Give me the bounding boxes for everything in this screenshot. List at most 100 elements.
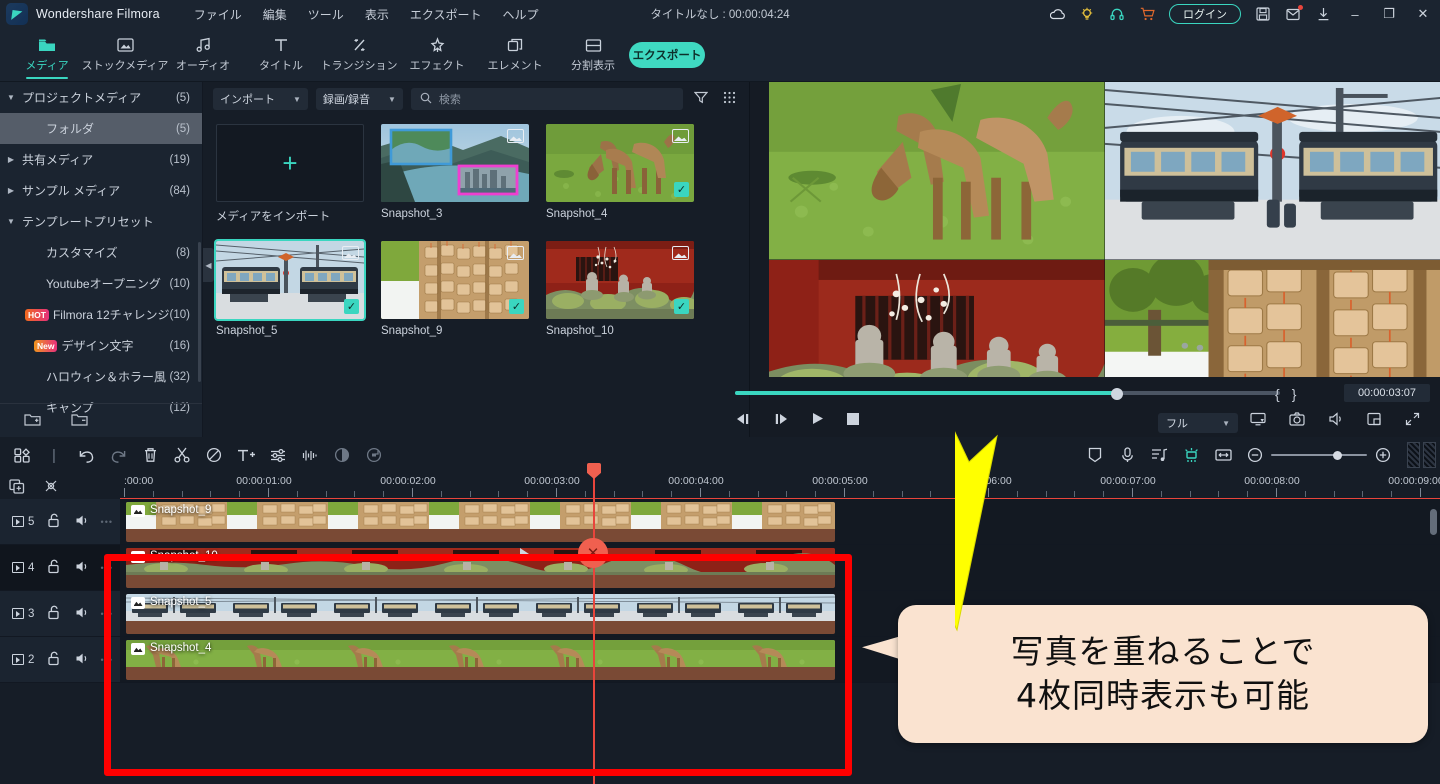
speaker-icon[interactable] [75, 652, 90, 668]
menu-item-view[interactable]: 表示 [365, 6, 389, 23]
track-body-5[interactable]: Snapshot_9 [120, 499, 1440, 545]
cut-scissors-icon[interactable] [166, 437, 198, 473]
zoom-out-icon[interactable] [1239, 437, 1271, 473]
close-button[interactable]: ✕ [1406, 0, 1440, 28]
cloud-icon[interactable] [1042, 0, 1072, 28]
disable-icon[interactable] [198, 437, 230, 473]
media-item-snapshot-9[interactable]: ✓ Snapshot_9 [381, 241, 529, 337]
tab-audio[interactable]: オーディオ [164, 28, 242, 82]
sidebar-item-sample-media[interactable]: ▶ サンプル メディア (84) [0, 175, 202, 206]
media-thumbnail[interactable]: ✓ [381, 241, 529, 319]
sidebar-item-project-media[interactable]: ▼ プロジェクトメディア (5) [0, 82, 202, 113]
selected-check-icon[interactable]: ✓ [509, 299, 524, 314]
delete-clip-marker[interactable]: ✕ [578, 538, 608, 568]
timeline-playhead[interactable] [587, 463, 601, 784]
sidebar-item-youtube-opening[interactable]: Youtubeオープニング (10) [0, 268, 202, 299]
speed-icon[interactable] [358, 437, 390, 473]
media-thumbnail[interactable]: ✓ [546, 124, 694, 202]
new-folder-icon[interactable] [24, 412, 41, 430]
track-more-icon[interactable]: ••• [101, 517, 113, 527]
login-button[interactable]: ログイン [1169, 4, 1241, 24]
chevron-down-icon[interactable]: ▼ [293, 95, 301, 104]
delete-icon[interactable] [134, 437, 166, 473]
timeline-clip-snapshot-4[interactable]: Snapshot_4 [126, 640, 835, 680]
prev-frame-button[interactable] [735, 413, 751, 428]
render-indicator[interactable] [1407, 442, 1436, 468]
media-item-import[interactable]: + メディアをインポート [216, 124, 364, 224]
sidebar-item-shared-media[interactable]: ▶ 共有メディア (19) [0, 144, 202, 175]
media-thumbnail[interactable] [381, 124, 529, 202]
preview-timecode[interactable]: 00:00:03:07 [1344, 384, 1430, 402]
save-icon[interactable] [1248, 0, 1278, 28]
track-header-4[interactable]: 4 ••• [0, 545, 120, 591]
track-more-icon[interactable]: ••• [101, 655, 113, 665]
sidebar-item-template-preset[interactable]: ▼ テンプレートプリセット [0, 206, 202, 237]
record-dropdown[interactable]: 録画/録音 ▼ [315, 88, 403, 110]
volume-icon[interactable] [1328, 412, 1344, 431]
add-track-icon[interactable] [0, 473, 34, 499]
menu-item-edit[interactable]: 編集 [263, 6, 287, 23]
mark-out-button[interactable]: } [1292, 386, 1297, 402]
download-icon[interactable] [1308, 0, 1338, 28]
chevron-down-icon[interactable]: ▼ [388, 95, 396, 104]
media-item-snapshot-4[interactable]: ✓ Snapshot_4 [546, 124, 694, 224]
fullscreen-icon[interactable] [1405, 412, 1420, 431]
export-button[interactable]: エクスポート [629, 42, 705, 68]
search-input[interactable]: 検索 [410, 88, 683, 110]
remove-folder-icon[interactable] [71, 412, 88, 430]
chevron-down-icon[interactable]: ▼ [0, 93, 22, 102]
selected-check-icon[interactable]: ✓ [344, 299, 359, 314]
timeline-clip-snapshot-10[interactable]: Snapshot_10 [126, 548, 835, 588]
sidebar-item-filmora12-challenge[interactable]: HOT Filmora 12チャレンジ (10) [0, 299, 202, 330]
sidebar-scrollbar[interactable] [198, 242, 201, 382]
grid-view-icon[interactable] [719, 91, 739, 107]
tab-stock-media[interactable]: ストックメディア [82, 28, 168, 82]
audio-wave-icon[interactable] [294, 437, 326, 473]
mail-icon[interactable] [1278, 0, 1308, 28]
add-text-icon[interactable] [230, 437, 262, 473]
menu-item-tools[interactable]: ツール [308, 6, 344, 23]
play-button[interactable] [811, 412, 825, 428]
track-more-icon[interactable]: ••• [101, 609, 113, 619]
tab-element[interactable]: エレメント [476, 28, 554, 82]
render-preview-icon[interactable] [1175, 437, 1207, 473]
track-header-3[interactable]: 3 ••• [0, 591, 120, 637]
snapshot-camera-icon[interactable] [1289, 412, 1305, 431]
media-thumbnail[interactable]: ✓ [546, 241, 694, 319]
headset-icon[interactable] [1102, 0, 1132, 28]
maximize-button[interactable]: ❐ [1372, 0, 1406, 28]
zoom-in-icon[interactable] [1367, 437, 1399, 473]
selected-check-icon[interactable]: ✓ [674, 182, 689, 197]
cart-icon[interactable] [1132, 0, 1162, 28]
import-dropdown[interactable]: インポート ▼ [213, 88, 308, 110]
timeline-clip-snapshot-5[interactable]: Snapshot_5 [126, 594, 835, 634]
unlock-icon[interactable] [47, 513, 61, 531]
adjust-sliders-icon[interactable] [262, 437, 294, 473]
unlock-icon[interactable] [47, 559, 61, 577]
color-match-icon[interactable] [326, 437, 358, 473]
next-frame-button[interactable] [773, 413, 789, 428]
collapse-panel-handle[interactable]: ◀ [203, 248, 214, 282]
fit-timeline-icon[interactable] [1207, 437, 1239, 473]
chevron-down-icon[interactable]: ▼ [0, 217, 22, 226]
tab-title[interactable]: タイトル [242, 28, 320, 82]
zoom-slider-thumb[interactable] [1333, 450, 1342, 460]
minimize-button[interactable]: – [1338, 0, 1372, 28]
zoom-slider[interactable] [1271, 437, 1367, 473]
undo-icon[interactable] [70, 437, 102, 473]
speaker-icon[interactable] [75, 560, 90, 576]
media-item-snapshot-5[interactable]: ✓ Snapshot_5 [216, 241, 364, 337]
filter-icon[interactable] [691, 91, 711, 107]
menu-item-export[interactable]: エクスポート [410, 6, 482, 23]
track-body-4[interactable]: Snapshot_10 [120, 545, 1440, 591]
tab-effect[interactable]: エフェクト [398, 28, 476, 82]
menu-item-help[interactable]: ヘルプ [502, 6, 538, 23]
media-item-snapshot-10[interactable]: ✓ Snapshot_10 [546, 241, 694, 337]
chevron-right-icon[interactable]: ▶ [0, 155, 22, 164]
chevron-down-icon[interactable]: ▼ [1222, 419, 1230, 428]
lightbulb-icon[interactable] [1072, 0, 1102, 28]
menu-item-file[interactable]: ファイル [194, 6, 242, 23]
track-header-2[interactable]: 2 ••• [0, 637, 120, 683]
quality-dropdown[interactable]: フル ▼ [1158, 413, 1238, 433]
speaker-icon[interactable] [75, 606, 90, 622]
